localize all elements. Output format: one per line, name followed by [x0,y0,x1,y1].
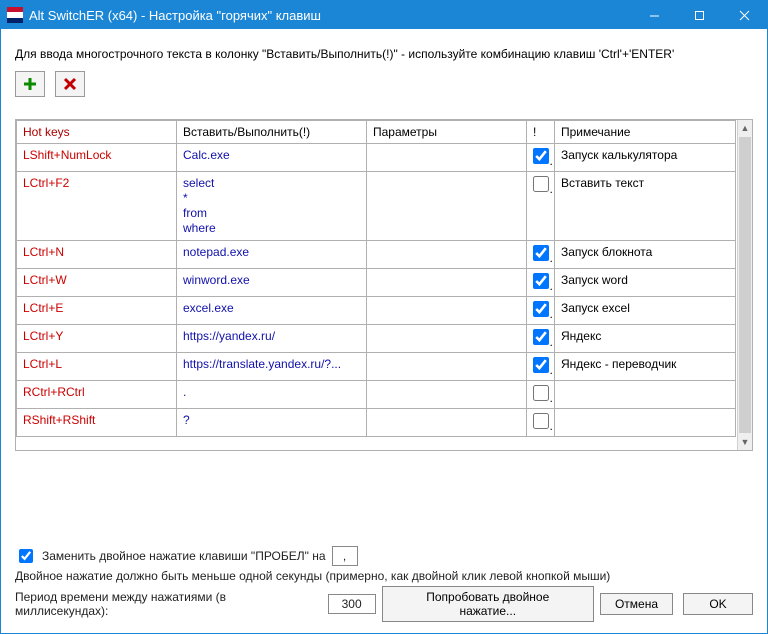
try-double-press-button[interactable]: Попробовать двойное нажатие... [382,586,594,622]
cell-params[interactable] [367,172,527,241]
hotkeys-grid[interactable]: Hot keys Вставить/Выполнить(!) Параметры… [15,119,753,451]
cell-insert[interactable]: Calc.exe [177,144,367,172]
cell-flag [527,144,555,172]
cell-hotkey[interactable]: LCtrl+N [17,241,177,269]
cell-flag [527,409,555,437]
replace-double-space-value[interactable]: , [332,546,358,566]
window: Alt SwitchER (x64) - Настройка "горячих"… [0,0,768,634]
row-flag-checkbox[interactable] [533,413,549,429]
col-note[interactable]: Примечание [555,121,736,144]
row-flag-checkbox[interactable] [533,176,549,192]
delete-button[interactable] [55,71,85,97]
cell-insert[interactable]: . [177,381,367,409]
cell-insert[interactable]: https://translate.yandex.ru/?... [177,353,367,381]
cancel-button[interactable]: Отмена [600,593,673,615]
add-button[interactable] [15,71,45,97]
cell-insert[interactable]: excel.exe [177,297,367,325]
cell-note[interactable]: Вставить текст [555,172,736,241]
col-insert[interactable]: Вставить/Выполнить(!) [177,121,367,144]
cell-insert[interactable]: select * from where [177,172,367,241]
window-controls [632,1,767,29]
cell-hotkey[interactable]: RCtrl+RCtrl [17,381,177,409]
cell-flag [527,172,555,241]
cell-note[interactable]: Яндекс - переводчик [555,353,736,381]
cell-insert[interactable]: https://yandex.ru/ [177,325,367,353]
cell-note[interactable]: Запуск калькулятора [555,144,736,172]
table-row[interactable]: LCtrl+Yhttps://yandex.ru/Яндекс [17,325,736,353]
table-row[interactable]: LShift+NumLockCalc.exe Запуск калькулятор… [17,144,736,172]
cell-flag [527,353,555,381]
cell-hotkey[interactable]: LCtrl+Y [17,325,177,353]
x-icon [62,76,78,92]
cell-params[interactable] [367,269,527,297]
cell-flag [527,381,555,409]
cell-insert[interactable]: notepad.exe [177,241,367,269]
plus-icon [22,76,38,92]
cell-params[interactable] [367,325,527,353]
cell-note[interactable] [555,409,736,437]
footer: Заменить двойное нажатие клавиши "ПРОБЕЛ… [15,543,753,625]
titlebar: Alt SwitchER (x64) - Настройка "горячих"… [1,1,767,29]
vertical-scrollbar[interactable]: ▲ ▼ [737,120,752,450]
interval-input[interactable]: 300 [328,594,376,614]
toolbar [15,71,753,97]
replace-double-space-checkbox[interactable] [19,549,33,563]
cell-params[interactable] [367,353,527,381]
row-flag-checkbox[interactable] [533,148,549,164]
minimize-button[interactable] [632,1,677,29]
ok-button[interactable]: OK [683,593,753,615]
row-flag-checkbox[interactable] [533,357,549,373]
table-row[interactable]: LCtrl+Wwinword.exe Запуск word [17,269,736,297]
hint-text: Для ввода многострочного текста в колонк… [15,47,753,61]
row-flag-checkbox[interactable] [533,245,549,261]
interval-label: Период времени между нажатиями (в миллис… [15,590,322,618]
cell-hotkey[interactable]: RShift+RShift [17,409,177,437]
col-flag[interactable]: ! [527,121,555,144]
scroll-up-icon[interactable]: ▲ [738,120,752,136]
row-flag-checkbox[interactable] [533,301,549,317]
cell-hotkey[interactable]: LShift+NumLock [17,144,177,172]
app-icon [7,7,23,23]
cell-insert[interactable]: ? [177,409,367,437]
table-header-row: Hot keys Вставить/Выполнить(!) Параметры… [17,121,736,144]
replace-double-space-label: Заменить двойное нажатие клавиши "ПРОБЕЛ… [42,549,326,563]
cell-hotkey[interactable]: LCtrl+F2 [17,172,177,241]
cell-params[interactable] [367,297,527,325]
scroll-thumb[interactable] [739,137,751,433]
cell-params[interactable] [367,241,527,269]
cell-params[interactable] [367,144,527,172]
cell-note[interactable]: Запуск word [555,269,736,297]
cell-flag [527,269,555,297]
table-row[interactable]: LCtrl+F2select * from where Вставить текс… [17,172,736,241]
cell-note[interactable]: Яндекс [555,325,736,353]
table-row[interactable]: RShift+RShift? [17,409,736,437]
double-press-hint: Двойное нажатие должно быть меньше одной… [15,569,610,583]
cell-hotkey[interactable]: LCtrl+W [17,269,177,297]
cell-note[interactable] [555,381,736,409]
client-area: Для ввода многострочного текста в колонк… [1,29,767,633]
maximize-button[interactable] [677,1,722,29]
table-row[interactable]: LCtrl+Lhttps://translate.yandex.ru/?... Я… [17,353,736,381]
col-params[interactable]: Параметры [367,121,527,144]
cell-params[interactable] [367,409,527,437]
table-row[interactable]: RCtrl+RCtrl. [17,381,736,409]
col-hotkeys[interactable]: Hot keys [17,121,177,144]
close-button[interactable] [722,1,767,29]
table-row[interactable]: LCtrl+Eexcel.exe Запуск excel [17,297,736,325]
window-title: Alt SwitchER (x64) - Настройка "горячих"… [29,8,632,23]
cell-note[interactable]: Запуск excel [555,297,736,325]
cell-hotkey[interactable]: LCtrl+L [17,353,177,381]
table-row[interactable]: LCtrl+Nnotepad.exe Запуск блокнота [17,241,736,269]
cell-hotkey[interactable]: LCtrl+E [17,297,177,325]
scroll-down-icon[interactable]: ▼ [738,434,752,450]
cell-flag [527,297,555,325]
row-flag-checkbox[interactable] [533,273,549,289]
cell-insert[interactable]: winword.exe [177,269,367,297]
row-flag-checkbox[interactable] [533,329,549,345]
cell-flag [527,241,555,269]
cell-flag [527,325,555,353]
cell-params[interactable] [367,381,527,409]
row-flag-checkbox[interactable] [533,385,549,401]
cell-note[interactable]: Запуск блокнота [555,241,736,269]
